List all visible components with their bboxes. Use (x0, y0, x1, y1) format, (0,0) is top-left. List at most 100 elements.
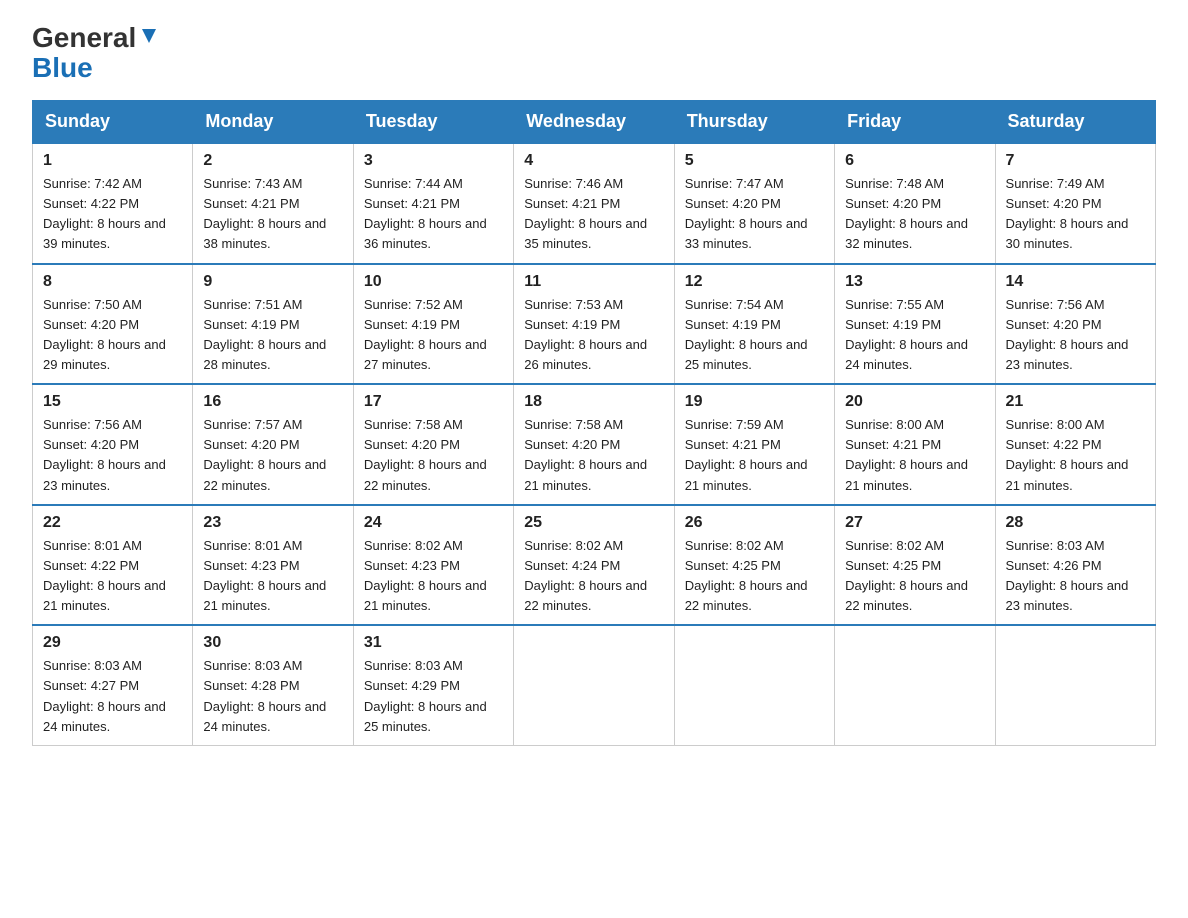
day-info: Sunrise: 8:02 AMSunset: 4:25 PMDaylight:… (685, 536, 824, 617)
calendar-cell: 12Sunrise: 7:54 AMSunset: 4:19 PMDayligh… (674, 264, 834, 385)
day-number: 31 (364, 634, 503, 652)
day-number: 17 (364, 393, 503, 411)
calendar-cell: 21 Sunrise: 8:00 AMSunset: 4:22 PMDayligh… (995, 384, 1155, 505)
logo: General Blue (32, 24, 160, 84)
day-number: 2 (203, 152, 342, 170)
day-info: Sunrise: 7:50 AMSunset: 4:20 PMDaylight:… (43, 295, 182, 376)
day-info: Sunrise: 8:02 AMSunset: 4:23 PMDaylight:… (364, 536, 503, 617)
day-info: Sunrise: 7:53 AMSunset: 4:19 PMDaylight:… (524, 295, 663, 376)
day-info: Sunrise: 7:49 AMSunset: 4:20 PMDaylight:… (1006, 174, 1145, 255)
day-info: Sunrise: 7:57 AMSunset: 4:20 PMDaylight:… (203, 415, 342, 496)
calendar-cell: 4Sunrise: 7:46 AMSunset: 4:21 PMDaylight… (514, 143, 674, 264)
calendar-cell: 3Sunrise: 7:44 AMSunset: 4:21 PMDaylight… (353, 143, 513, 264)
day-number: 16 (203, 393, 342, 411)
day-info: Sunrise: 8:02 AMSunset: 4:24 PMDaylight:… (524, 536, 663, 617)
calendar-cell: 15 Sunrise: 7:56 AMSunset: 4:20 PMDayligh… (33, 384, 193, 505)
day-info: Sunrise: 7:58 AMSunset: 4:20 PMDaylight:… (364, 415, 503, 496)
day-info: Sunrise: 7:56 AMSunset: 4:20 PMDaylight:… (1006, 295, 1145, 376)
day-info: Sunrise: 8:00 AMSunset: 4:22 PMDaylight:… (1006, 415, 1145, 496)
calendar-cell (514, 625, 674, 745)
day-info: Sunrise: 8:00 AMSunset: 4:21 PMDaylight:… (845, 415, 984, 496)
calendar-cell: 23Sunrise: 8:01 AMSunset: 4:23 PMDayligh… (193, 505, 353, 626)
day-number: 8 (43, 273, 182, 291)
calendar-cell: 13Sunrise: 7:55 AMSunset: 4:19 PMDayligh… (835, 264, 995, 385)
calendar-cell (995, 625, 1155, 745)
day-number: 15 (43, 393, 182, 411)
day-number: 28 (1006, 514, 1145, 532)
day-info: Sunrise: 7:48 AMSunset: 4:20 PMDaylight:… (845, 174, 984, 255)
day-number: 22 (43, 514, 182, 532)
day-info: Sunrise: 7:46 AMSunset: 4:21 PMDaylight:… (524, 174, 663, 255)
weekday-header-tuesday: Tuesday (353, 101, 513, 144)
calendar-cell: 27 Sunrise: 8:02 AMSunset: 4:25 PMDayligh… (835, 505, 995, 626)
day-number: 21 (1006, 393, 1145, 411)
calendar-cell: 6 Sunrise: 7:48 AMSunset: 4:20 PMDaylight… (835, 143, 995, 264)
day-number: 19 (685, 393, 824, 411)
calendar-cell: 14 Sunrise: 7:56 AMSunset: 4:20 PMDayligh… (995, 264, 1155, 385)
weekday-header-wednesday: Wednesday (514, 101, 674, 144)
day-number: 18 (524, 393, 663, 411)
day-info: Sunrise: 7:54 AMSunset: 4:19 PMDaylight:… (685, 295, 824, 376)
week-row-3: 15 Sunrise: 7:56 AMSunset: 4:20 PMDayligh… (33, 384, 1156, 505)
day-number: 20 (845, 393, 984, 411)
day-number: 1 (43, 152, 182, 170)
logo-arrow-icon (138, 25, 160, 47)
day-info: Sunrise: 8:03 AMSunset: 4:29 PMDaylight:… (364, 656, 503, 737)
week-row-5: 29 Sunrise: 8:03 AMSunset: 4:27 PMDayligh… (33, 625, 1156, 745)
day-number: 11 (524, 273, 663, 291)
day-info: Sunrise: 7:58 AMSunset: 4:20 PMDaylight:… (524, 415, 663, 496)
day-info: Sunrise: 8:01 AMSunset: 4:23 PMDaylight:… (203, 536, 342, 617)
day-info: Sunrise: 8:02 AMSunset: 4:25 PMDaylight:… (845, 536, 984, 617)
calendar-table: SundayMondayTuesdayWednesdayThursdayFrid… (32, 100, 1156, 746)
day-number: 25 (524, 514, 663, 532)
day-number: 9 (203, 273, 342, 291)
day-info: Sunrise: 7:44 AMSunset: 4:21 PMDaylight:… (364, 174, 503, 255)
day-info: Sunrise: 7:55 AMSunset: 4:19 PMDaylight:… (845, 295, 984, 376)
week-row-1: 1 Sunrise: 7:42 AMSunset: 4:22 PMDaylight… (33, 143, 1156, 264)
calendar-cell: 29 Sunrise: 8:03 AMSunset: 4:27 PMDayligh… (33, 625, 193, 745)
day-info: Sunrise: 7:51 AMSunset: 4:19 PMDaylight:… (203, 295, 342, 376)
calendar-cell (835, 625, 995, 745)
day-number: 14 (1006, 273, 1145, 291)
calendar-cell: 5Sunrise: 7:47 AMSunset: 4:20 PMDaylight… (674, 143, 834, 264)
day-number: 7 (1006, 152, 1145, 170)
day-info: Sunrise: 7:52 AMSunset: 4:19 PMDaylight:… (364, 295, 503, 376)
day-info: Sunrise: 7:56 AMSunset: 4:20 PMDaylight:… (43, 415, 182, 496)
calendar-cell: 16 Sunrise: 7:57 AMSunset: 4:20 PMDayligh… (193, 384, 353, 505)
calendar-cell: 31 Sunrise: 8:03 AMSunset: 4:29 PMDayligh… (353, 625, 513, 745)
calendar-cell: 17 Sunrise: 7:58 AMSunset: 4:20 PMDayligh… (353, 384, 513, 505)
logo-general: General (32, 24, 136, 52)
day-number: 24 (364, 514, 503, 532)
calendar-cell: 9 Sunrise: 7:51 AMSunset: 4:19 PMDaylight… (193, 264, 353, 385)
weekday-header-saturday: Saturday (995, 101, 1155, 144)
calendar-cell: 18 Sunrise: 7:58 AMSunset: 4:20 PMDayligh… (514, 384, 674, 505)
page-header: General Blue (32, 24, 1156, 84)
calendar-cell: 2 Sunrise: 7:43 AMSunset: 4:21 PMDaylight… (193, 143, 353, 264)
calendar-cell: 25 Sunrise: 8:02 AMSunset: 4:24 PMDayligh… (514, 505, 674, 626)
day-info: Sunrise: 8:03 AMSunset: 4:26 PMDaylight:… (1006, 536, 1145, 617)
calendar-cell: 19 Sunrise: 7:59 AMSunset: 4:21 PMDayligh… (674, 384, 834, 505)
day-number: 29 (43, 634, 182, 652)
day-number: 6 (845, 152, 984, 170)
weekday-header-row: SundayMondayTuesdayWednesdayThursdayFrid… (33, 101, 1156, 144)
calendar-cell: 28 Sunrise: 8:03 AMSunset: 4:26 PMDayligh… (995, 505, 1155, 626)
day-info: Sunrise: 7:43 AMSunset: 4:21 PMDaylight:… (203, 174, 342, 255)
calendar-cell: 8 Sunrise: 7:50 AMSunset: 4:20 PMDaylight… (33, 264, 193, 385)
calendar-cell: 11 Sunrise: 7:53 AMSunset: 4:19 PMDayligh… (514, 264, 674, 385)
logo-blue: Blue (32, 52, 93, 84)
calendar-cell: 24 Sunrise: 8:02 AMSunset: 4:23 PMDayligh… (353, 505, 513, 626)
day-number: 30 (203, 634, 342, 652)
weekday-header-thursday: Thursday (674, 101, 834, 144)
calendar-cell: 26 Sunrise: 8:02 AMSunset: 4:25 PMDayligh… (674, 505, 834, 626)
weekday-header-friday: Friday (835, 101, 995, 144)
day-number: 27 (845, 514, 984, 532)
day-info: Sunrise: 8:03 AMSunset: 4:27 PMDaylight:… (43, 656, 182, 737)
day-info: Sunrise: 7:59 AMSunset: 4:21 PMDaylight:… (685, 415, 824, 496)
calendar-cell: 20 Sunrise: 8:00 AMSunset: 4:21 PMDayligh… (835, 384, 995, 505)
week-row-2: 8 Sunrise: 7:50 AMSunset: 4:20 PMDaylight… (33, 264, 1156, 385)
calendar-cell: 7 Sunrise: 7:49 AMSunset: 4:20 PMDaylight… (995, 143, 1155, 264)
day-info: Sunrise: 7:42 AMSunset: 4:22 PMDaylight:… (43, 174, 182, 255)
day-number: 26 (685, 514, 824, 532)
day-number: 5 (685, 152, 824, 170)
day-number: 10 (364, 273, 503, 291)
